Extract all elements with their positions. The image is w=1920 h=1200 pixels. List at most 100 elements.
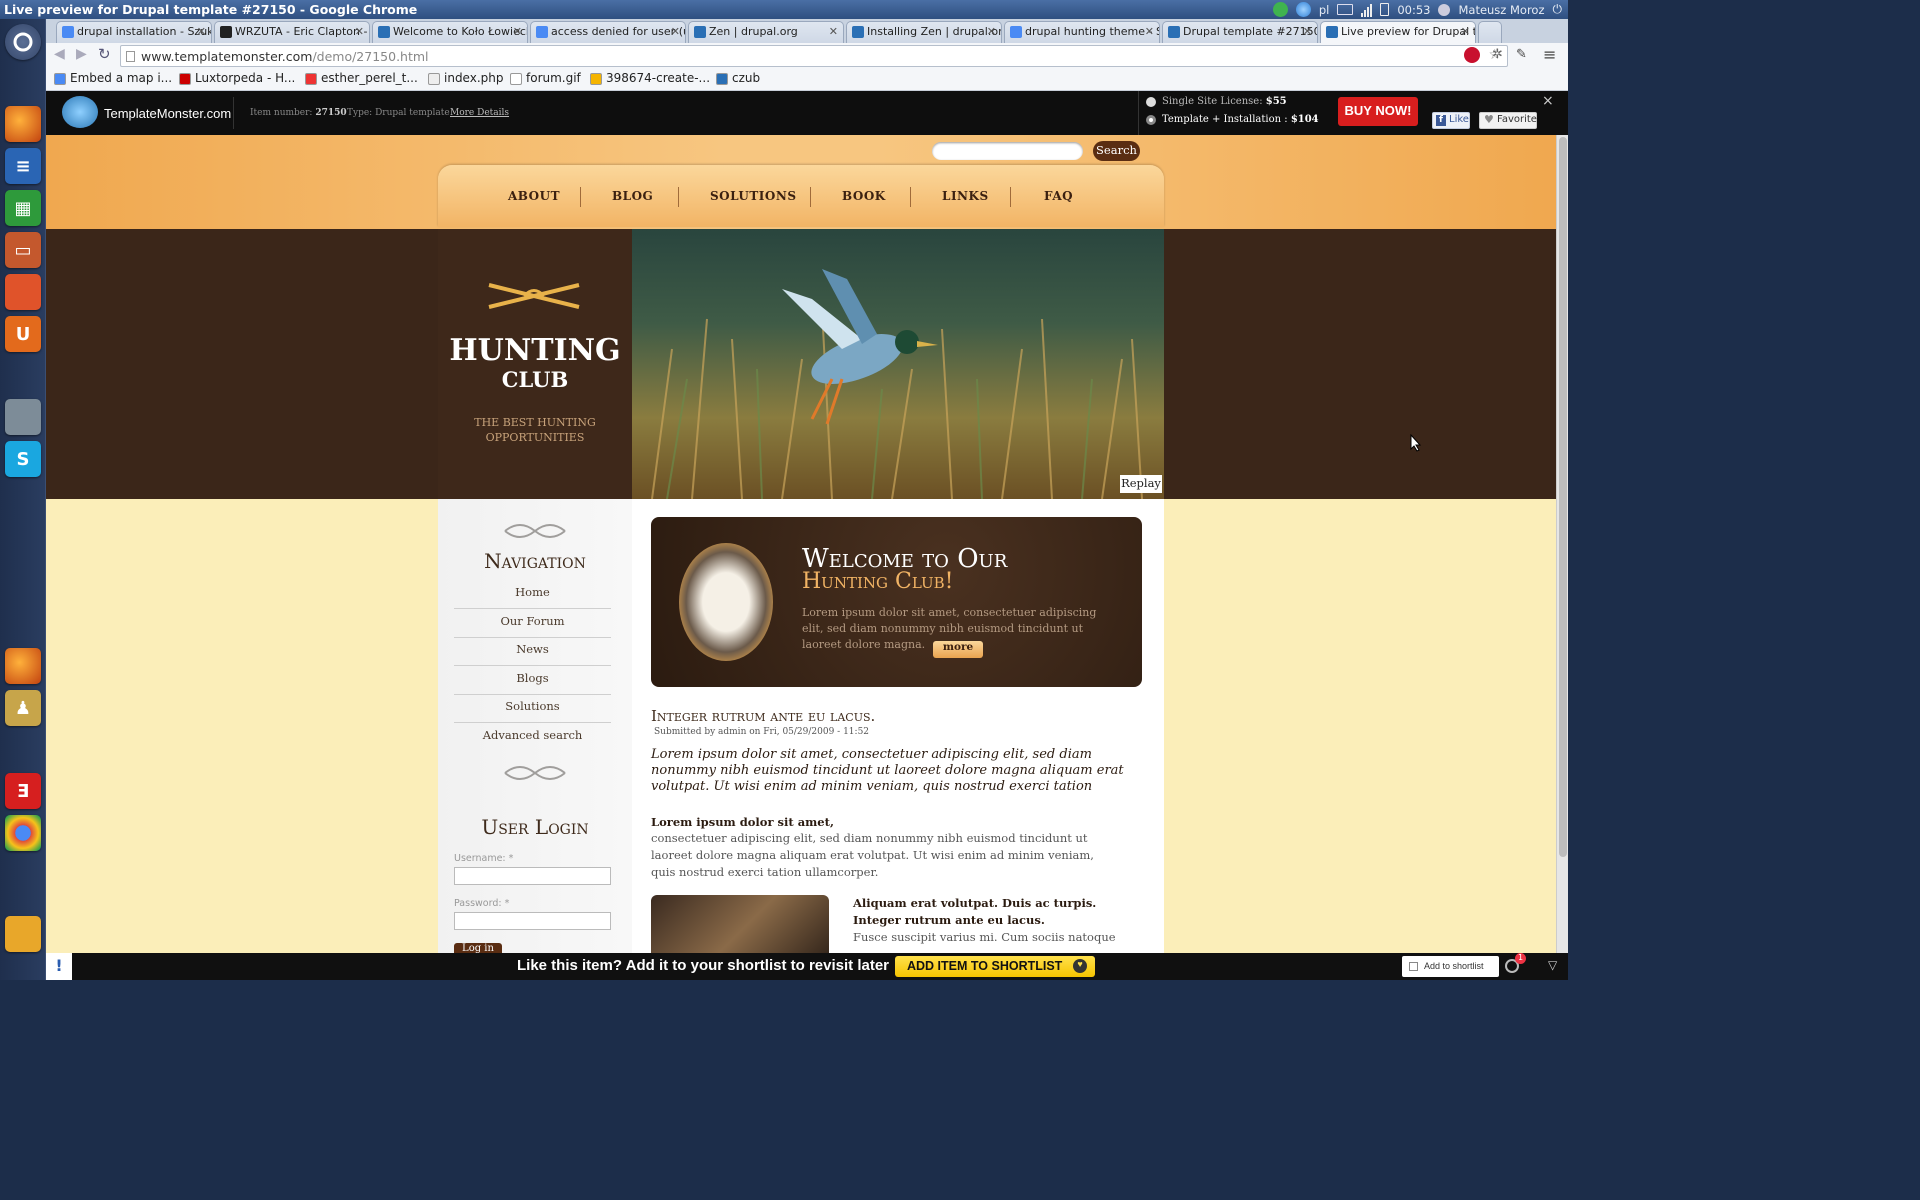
- opera-ext-icon[interactable]: [1464, 47, 1480, 63]
- browser-tab[interactable]: Installing Zen | drupal.org ✕: [846, 21, 1002, 43]
- tab-label: Welcome to Koło Łowieck: [393, 25, 528, 38]
- collapse-icon[interactable]: ▽: [1548, 958, 1557, 972]
- menu-item-about[interactable]: ABOUT: [508, 189, 560, 203]
- sidebar-link[interactable]: Solutions: [454, 699, 611, 724]
- chrome-icon[interactable]: [5, 815, 41, 851]
- replay-button[interactable]: Replay: [1120, 475, 1162, 493]
- buy-now-button[interactable]: BUY NOW!: [1338, 97, 1418, 126]
- tab-close-icon[interactable]: ✕: [197, 25, 206, 38]
- license-single-radio[interactable]: [1146, 97, 1156, 107]
- tab-close-icon[interactable]: ✕: [1461, 25, 1470, 38]
- power-icon[interactable]: ⏻: [1553, 2, 1563, 17]
- sidebar-link[interactable]: Home: [454, 585, 611, 609]
- license-install-radio[interactable]: [1146, 115, 1156, 125]
- trash-icon[interactable]: [5, 916, 41, 952]
- checkbox-icon[interactable]: [1409, 962, 1418, 971]
- tab-close-icon[interactable]: ✕: [513, 25, 522, 38]
- unknown-app-icon[interactable]: Ǝ: [5, 773, 41, 809]
- battery-icon[interactable]: [1380, 3, 1390, 16]
- address-bar[interactable]: www.templatemonster.com/demo/27150.html …: [120, 45, 1508, 67]
- dash-home-icon[interactable]: [5, 24, 41, 60]
- tab-close-icon[interactable]: ✕: [1303, 25, 1312, 38]
- network-icon[interactable]: [1361, 3, 1373, 17]
- skype-icon[interactable]: S: [5, 441, 41, 477]
- new-tab-button[interactable]: [1478, 21, 1502, 43]
- ubuntu-one-icon[interactable]: U: [5, 316, 41, 352]
- password-input[interactable]: [454, 912, 611, 930]
- user-name[interactable]: Mateusz Moroz: [1458, 3, 1544, 17]
- bookmark-item[interactable]: 398674-create-...: [590, 71, 710, 85]
- menu-item-faq[interactable]: FAQ: [1044, 189, 1073, 203]
- add-to-shortlist-button[interactable]: ADD ITEM TO SHORTLIST ♥: [895, 956, 1095, 977]
- menu-separator: [580, 187, 581, 207]
- menu-item-links[interactable]: LINKS: [942, 189, 989, 203]
- sync-ok-icon[interactable]: [1272, 2, 1288, 17]
- terminal-icon[interactable]: [5, 399, 41, 435]
- tab-close-icon[interactable]: ✕: [987, 25, 996, 38]
- forward-icon[interactable]: ▶: [76, 46, 87, 62]
- sidebar-link[interactable]: Our Forum: [454, 614, 611, 638]
- username-input[interactable]: [454, 867, 611, 885]
- wrench-ext-icon[interactable]: ✎: [1516, 47, 1527, 62]
- site-search-input[interactable]: [932, 142, 1083, 160]
- sidebar-link[interactable]: Advanced search: [454, 728, 611, 751]
- post-title[interactable]: Integer rutrum ante eu lacus.: [651, 707, 1131, 725]
- alert-icon[interactable]: !: [46, 953, 72, 980]
- heart-icon: ♥: [1484, 113, 1494, 126]
- close-icon[interactable]: ×: [1542, 93, 1554, 109]
- clock[interactable]: 00:53: [1397, 3, 1430, 17]
- facebook-like-button[interactable]: f Like: [1432, 112, 1470, 129]
- bookmark-item[interactable]: forum.gif: [510, 71, 581, 85]
- menu-item-book[interactable]: BOOK: [842, 189, 886, 203]
- site-search-button[interactable]: Search: [1093, 141, 1140, 161]
- login-button[interactable]: Log in: [454, 943, 502, 953]
- reload-icon[interactable]: ↻: [98, 45, 111, 63]
- menu-icon[interactable]: ≡: [1543, 45, 1556, 64]
- more-button[interactable]: more: [933, 641, 983, 658]
- scrollbar-thumb[interactable]: [1559, 137, 1567, 857]
- browser-tab[interactable]: Live preview for Drupal te ✕: [1320, 21, 1476, 43]
- firefox-icon[interactable]: [5, 106, 41, 142]
- tm-logo-text[interactable]: TemplateMonster.com: [104, 106, 231, 121]
- browser-tab[interactable]: Welcome to Koło Łowieck ✕: [372, 21, 528, 43]
- tab-close-icon[interactable]: ✕: [671, 25, 680, 38]
- more-details-link[interactable]: More Details: [450, 108, 509, 118]
- menu-item-blog[interactable]: BLOG: [612, 189, 653, 203]
- shortlist-toggle[interactable]: Add to shortlist: [1402, 956, 1499, 977]
- browser-tab[interactable]: Drupal template #27150 ✕: [1162, 21, 1318, 43]
- bookmark-item[interactable]: esther_perel_t...: [305, 71, 418, 85]
- mail-icon[interactable]: [1337, 4, 1354, 15]
- sidebar-link[interactable]: News: [454, 642, 611, 667]
- writer-icon[interactable]: ≡: [5, 148, 41, 184]
- firefox-alt-icon[interactable]: [5, 648, 41, 684]
- bookmark-item[interactable]: index.php: [428, 71, 503, 85]
- user-icon: [1438, 3, 1451, 16]
- tab-close-icon[interactable]: ✕: [355, 25, 364, 38]
- menu-separator: [678, 187, 679, 207]
- aside-bold: Aliquam erat volutpat. Duis ac turpis. I…: [853, 896, 1097, 927]
- browser-tab[interactable]: WRZUTA - Eric Clapton - n ✕: [214, 21, 370, 43]
- back-icon[interactable]: ◀: [54, 46, 65, 62]
- page-scrollbar[interactable]: [1556, 135, 1568, 953]
- bookmark-item[interactable]: czub: [716, 71, 760, 85]
- tab-close-icon[interactable]: ✕: [829, 25, 838, 38]
- browser-tab[interactable]: drupal hunting theme - Sz ✕: [1004, 21, 1160, 43]
- browser-tab[interactable]: Zen | drupal.org ✕: [688, 21, 844, 43]
- software-center-icon[interactable]: [5, 274, 41, 310]
- sidebar-link[interactable]: Blogs: [454, 671, 611, 695]
- tab-label: drupal installation - Szuka: [77, 25, 212, 38]
- chess-icon[interactable]: ♟: [5, 690, 41, 726]
- bookmark-item[interactable]: Luxtorpeda - H...: [179, 71, 295, 85]
- bookmark-item[interactable]: Embed a map i...: [54, 71, 172, 85]
- tab-close-icon[interactable]: ✕: [1145, 25, 1154, 38]
- favorite-button[interactable]: ♥ Favorite: [1479, 112, 1537, 129]
- menu-item-solutions[interactable]: SOLUTIONS: [710, 189, 797, 203]
- impress-icon[interactable]: ▭: [5, 232, 41, 268]
- keyboard-layout[interactable]: pl: [1319, 3, 1330, 17]
- login-heading: User Login: [481, 815, 589, 839]
- browser-tab[interactable]: access denied for user (u ✕: [530, 21, 686, 43]
- extension-icon[interactable]: ✲: [1492, 47, 1508, 63]
- browser-tab[interactable]: drupal installation - Szuka ✕: [56, 21, 212, 43]
- weather-icon[interactable]: [1295, 2, 1311, 17]
- calc-icon[interactable]: ▦: [5, 190, 41, 226]
